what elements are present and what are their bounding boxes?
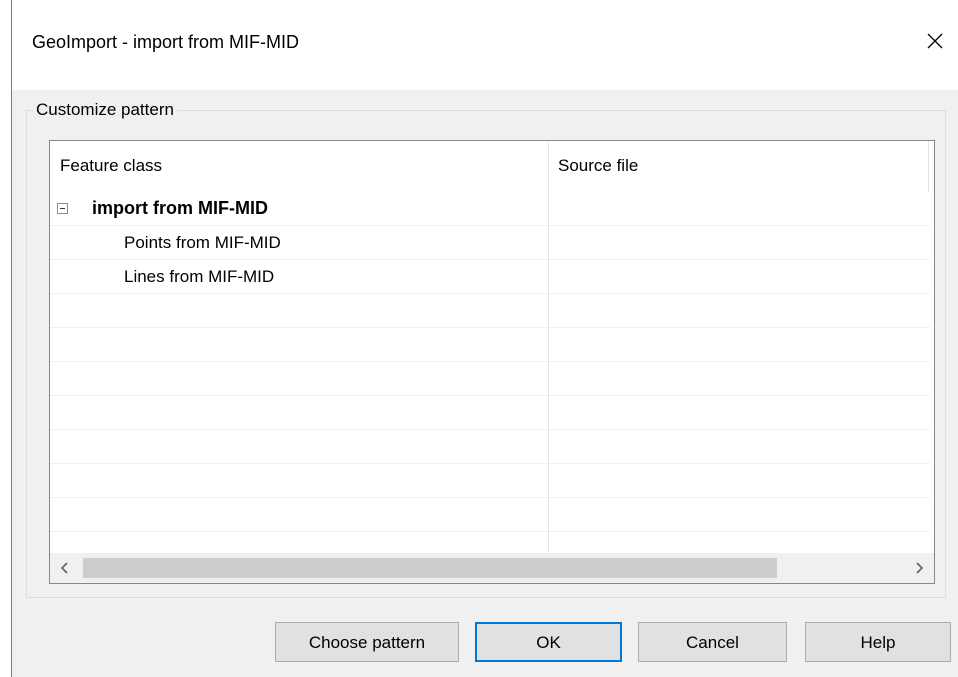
empty-table-row[interactable] [50, 328, 930, 362]
empty-table-row[interactable] [50, 396, 930, 430]
feature-class-table[interactable]: Feature class Source file import from MI… [49, 140, 935, 584]
empty-table-row[interactable] [50, 430, 930, 464]
collapse-minus-icon[interactable] [57, 203, 68, 214]
close-button[interactable] [912, 18, 958, 64]
horizontal-scrollbar[interactable] [50, 553, 934, 583]
cancel-button[interactable]: Cancel [638, 622, 787, 662]
feature-class-cell: Lines from MIF-MID [124, 267, 275, 286]
ok-button[interactable]: OK [475, 622, 622, 662]
window-edge [0, 0, 12, 677]
title-bar[interactable]: GeoImport - import from MIF-MID [12, 0, 958, 90]
choose-pattern-button[interactable]: Choose pattern [275, 622, 459, 662]
column-header-feature-class[interactable]: Feature class [50, 141, 548, 192]
customize-pattern-group: Customize pattern Feature class Source f… [26, 100, 946, 598]
empty-table-row[interactable] [50, 464, 930, 498]
chevron-left-icon [60, 562, 68, 574]
feature-class-cell: Points from MIF-MID [124, 233, 281, 252]
help-button[interactable]: Help [805, 622, 951, 662]
window-title: GeoImport - import from MIF-MID [32, 32, 300, 52]
scroll-left-button[interactable] [50, 553, 80, 583]
dialog-body: Customize pattern Feature class Source f… [12, 90, 958, 677]
group-label: Customize pattern [33, 100, 177, 120]
empty-table-row[interactable] [50, 498, 930, 532]
column-divider [928, 141, 929, 192]
close-icon [927, 33, 943, 49]
empty-table-row[interactable] [50, 362, 930, 396]
scroll-thumb[interactable] [83, 558, 777, 578]
table-header: Feature class Source file [50, 141, 934, 192]
column-header-source-file[interactable]: Source file [548, 141, 928, 192]
scroll-right-button[interactable] [904, 553, 934, 583]
chevron-right-icon [916, 562, 924, 574]
tree-child-row[interactable]: Points from MIF-MID [50, 226, 930, 260]
tree-child-row[interactable]: Lines from MIF-MID [50, 260, 930, 294]
empty-table-row[interactable] [50, 294, 930, 328]
feature-class-cell: import from MIF-MID [92, 198, 268, 218]
tree-group-row[interactable]: import from MIF-MID [50, 192, 930, 226]
